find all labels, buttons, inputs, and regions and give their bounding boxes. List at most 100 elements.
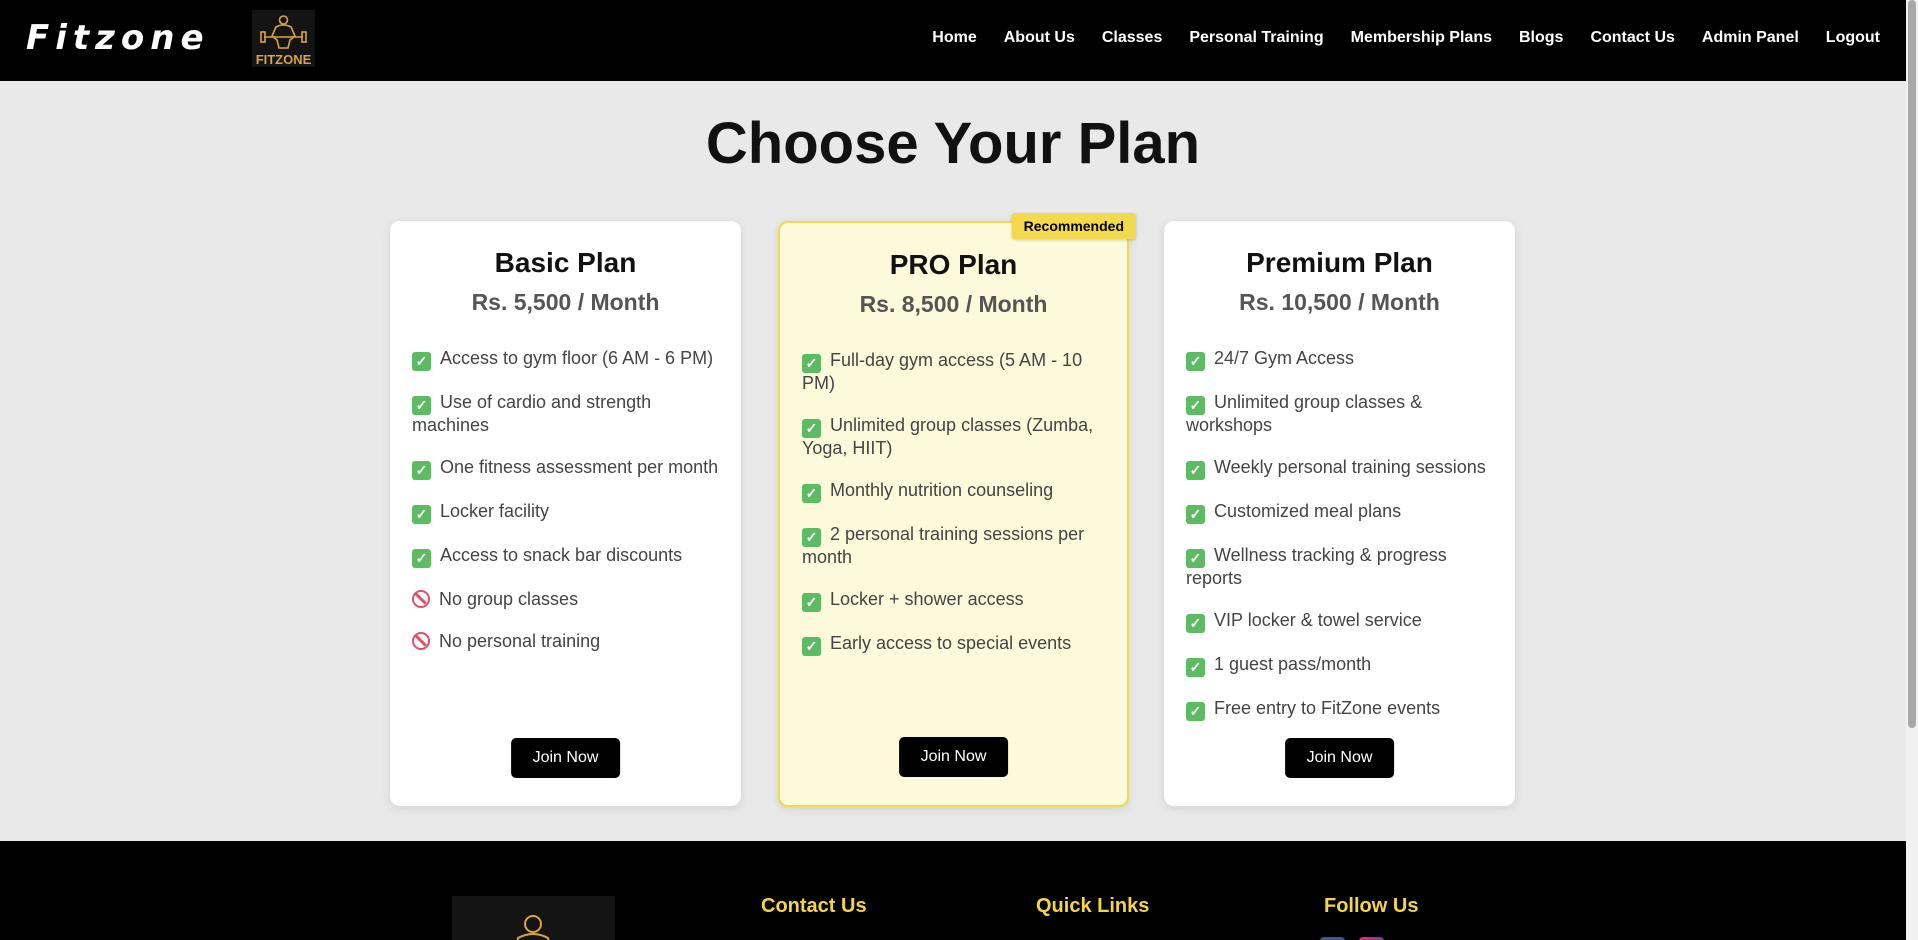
feature-text: Customized meal plans [1214,501,1402,521]
feature-item: ✓ Unlimited group classes & workshops [1186,392,1497,436]
join-now-button-basic[interactable]: Join Now [510,738,621,778]
plan-card-pro: Recommended PRO Plan Rs. 8,500 / Month ✓… [778,213,1136,807]
feature-text: Wellness tracking & progress reports [1186,545,1447,588]
feature-item: ✓ Customized meal plans [1186,501,1497,524]
feature-text: VIP locker & towel service [1214,610,1422,630]
feature-item: ✓ Monthly nutrition counseling [802,480,1109,503]
check-icon: ✓ [1186,658,1205,677]
scrollbar[interactable] [1906,0,1918,940]
feature-item: No personal training [412,631,723,652]
feature-list: ✓ Access to gym floor (6 AM - 6 PM) ✓ Use o… [412,348,723,673]
bodybuilder-icon [260,15,307,49]
footer-heading-quick-links: Quick Links [1036,895,1150,917]
nav-about-us[interactable]: About Us [1004,29,1075,47]
feature-text: Access to snack bar discounts [440,545,683,565]
nav-personal-training[interactable]: Personal Training [1189,29,1323,47]
plan-price: Rs. 5,500 / Month [471,289,660,315]
prohibited-icon [412,632,430,650]
feature-item: ✓ Weekly personal training sessions [1186,457,1497,480]
join-now-button-premium[interactable]: Join Now [1284,738,1395,778]
check-icon: ✓ [412,461,431,480]
feature-text: 2 personal training sessions per month [802,524,1085,567]
feature-item: ✓ Free entry to FitZone events [1186,698,1497,721]
nav-membership-plans[interactable]: Membership Plans [1351,29,1492,47]
feature-item: ✓ Full-day gym access (5 AM - 10 PM) [802,350,1109,394]
feature-item: ✓ Early access to special events [802,633,1109,656]
feature-item: ✓ Locker + shower access [802,589,1109,612]
feature-text: 1 guest pass/month [1214,654,1372,674]
feature-item: ✓ 2 personal training sessions per month [802,524,1109,568]
check-icon: ✓ [1186,352,1205,371]
check-icon: ✓ [802,484,821,503]
recommended-badge: Recommended [1011,213,1136,239]
feature-text: Access to gym floor (6 AM - 6 PM) [440,348,714,368]
nav-logout[interactable]: Logout [1826,29,1880,47]
feature-item: ✓ Access to snack bar discounts [412,545,723,568]
feature-text: Monthly nutrition counseling [830,480,1054,500]
check-icon: ✓ [1186,461,1205,480]
feature-text: Use of cardio and strength machines [412,392,652,435]
feature-item: ✓ Access to gym floor (6 AM - 6 PM) [412,348,723,371]
top-navbar: Fitzone FITZONE Home About Us Classes Pe… [0,0,1906,81]
feature-text: No personal training [439,631,601,651]
feature-text: Unlimited group classes (Zumba, Yoga, HI… [802,415,1094,458]
nav-blogs[interactable]: Blogs [1519,29,1563,47]
check-icon: ✓ [1186,396,1205,415]
footer: Contact Us Quick Links Follow Us [0,841,1906,940]
plan-price: Rs. 8,500 / Month [859,291,1048,317]
feature-text: Full-day gym access (5 AM - 10 PM) [802,350,1083,393]
feature-item: No group classes [412,589,723,610]
main-nav: Home About Us Classes Personal Training … [932,29,1880,47]
feature-text: Weekly personal training sessions [1214,457,1486,477]
bodybuilder-icon [516,915,550,940]
plan-name: Premium Plan [1246,247,1433,278]
feature-text: Early access to special events [830,633,1072,653]
footer-logo [452,896,615,940]
check-icon: ✓ [802,637,821,656]
feature-text: No group classes [439,589,579,609]
nav-classes[interactable]: Classes [1102,29,1163,47]
feature-text: Locker facility [440,501,550,521]
gym-logo[interactable]: FITZONE [252,10,315,67]
feature-item: ✓ Use of cardio and strength machines [412,392,723,436]
nav-home[interactable]: Home [932,29,976,47]
feature-item: ✓ 24/7 Gym Access [1186,348,1497,371]
scrollbar-thumb[interactable] [1908,0,1916,728]
feature-item: ✓ 1 guest pass/month [1186,654,1497,677]
check-icon: ✓ [412,549,431,568]
plan-card-basic: Basic Plan Rs. 5,500 / Month ✓ Access to … [390,221,741,806]
feature-list: ✓ Full-day gym access (5 AM - 10 PM) ✓ Unli… [802,350,1109,677]
feature-item: ✓ Wellness tracking & progress reports [1186,545,1497,589]
footer-heading-follow: Follow Us [1324,895,1419,917]
brand-wordmark[interactable]: Fitzone [26,18,210,58]
check-icon: ✓ [412,396,431,415]
check-icon: ✓ [1186,614,1205,633]
check-icon: ✓ [1186,702,1205,721]
check-icon: ✓ [1186,505,1205,524]
feature-text: Free entry to FitZone events [1214,698,1441,718]
check-icon: ✓ [412,352,431,371]
plan-card-premium: Premium Plan Rs. 10,500 / Month ✓ 24/7 Gy… [1164,221,1515,806]
check-icon: ✓ [802,528,821,547]
feature-text: Locker + shower access [830,589,1024,609]
plan-name: PRO Plan [889,249,1018,280]
feature-item: ✓ VIP locker & towel service [1186,610,1497,633]
plan-name: Basic Plan [494,247,637,278]
feature-item: ✓ Unlimited group classes (Zumba, Yoga, H… [802,415,1109,459]
feature-item: ✓ One fitness assessment per month [412,457,723,480]
nav-contact-us[interactable]: Contact Us [1590,29,1674,47]
feature-text: One fitness assessment per month [440,457,719,477]
nav-admin-panel[interactable]: Admin Panel [1702,29,1799,47]
feature-text: Unlimited group classes & workshops [1186,392,1423,435]
feature-list: ✓ 24/7 Gym Access ✓ Unlimited group classes… [1186,348,1497,742]
page-title: Choose Your Plan [705,111,1201,176]
check-icon: ✓ [1186,549,1205,568]
check-icon: ✓ [802,593,821,612]
check-icon: ✓ [802,354,821,373]
plan-price: Rs. 10,500 / Month [1239,289,1440,315]
feature-item: ✓ Locker facility [412,501,723,524]
join-now-button-pro[interactable]: Join Now [898,737,1009,777]
prohibited-icon [412,590,430,608]
logo-text: FITZONE [255,52,312,67]
check-icon: ✓ [802,419,821,438]
